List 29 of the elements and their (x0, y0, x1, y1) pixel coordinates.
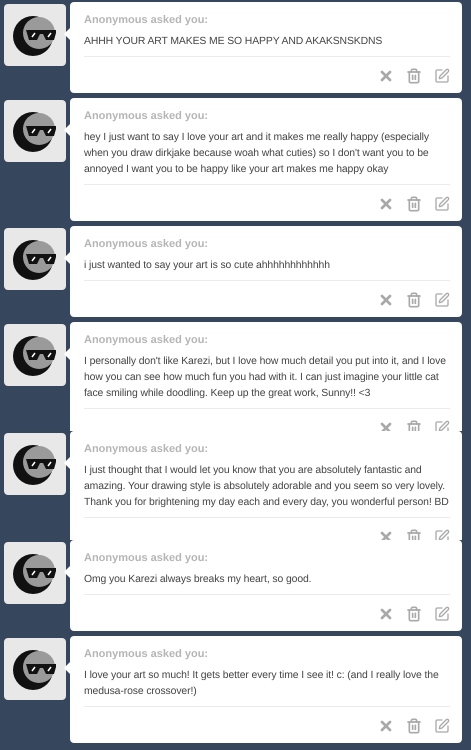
asker-label: Anonymous asked you: (84, 551, 210, 565)
close-icon[interactable] (378, 606, 394, 622)
asker-label: Anonymous asked you: (84, 237, 210, 251)
edit-icon[interactable] (434, 292, 450, 308)
trash-icon[interactable] (406, 606, 422, 622)
trash-icon[interactable] (406, 68, 422, 84)
asker-label: Anonymous asked you: (84, 13, 210, 27)
asker-label: Anonymous asked you: (84, 109, 210, 123)
asker-label: Anonymous asked you: (84, 333, 210, 347)
trash-icon[interactable] (406, 718, 422, 734)
close-icon[interactable] (378, 292, 394, 308)
trash-icon[interactable] (406, 196, 422, 212)
edit-icon[interactable] (434, 196, 450, 212)
asker-label: Anonymous asked you: (84, 647, 210, 661)
edit-icon[interactable] (434, 606, 450, 622)
question-text: hey I just want to say I love your art and it makes me really happy (especially when you draw dirkjake because woah what cuties) so I don't want you to be annoyed I want you to be happy like your art makes me happy okay (84, 131, 430, 177)
question-text: AHHH YOUR ART MAKES ME SO HAPPY AND AKAKSNSKDNS (84, 35, 384, 49)
edit-icon[interactable] (434, 68, 450, 84)
asker-label: Anonymous asked you: (84, 442, 210, 456)
question-text: I just thought that I would let you know that you are absolutely fantastic and amazing. Your drawing style is absolutely adorable and you seem so very lovely. Thank you for brightening my day each and every day, you wonderful person! BD (84, 464, 450, 510)
question-text: i just wanted to say your art is so cute ahhhhhhhhhhhh (84, 259, 331, 273)
question-text: I love your art so much! It gets better every time I see it! c: (and I really love the medusa-rose crossover!) (84, 669, 440, 699)
edit-icon[interactable] (434, 718, 450, 734)
close-icon[interactable] (378, 196, 394, 212)
question-text: I personally don't like Karezi, but I love how much detail you put into it, and I love how you can see how much fun you had with it. I can just imagine your little cat face smiling while doodling. Keep up the great work, Sunny!! <3 (84, 355, 447, 401)
question-text: Omg you Karezi always breaks my heart, so good. (84, 573, 312, 587)
close-icon[interactable] (378, 718, 394, 734)
trash-icon[interactable] (406, 292, 422, 308)
close-icon[interactable] (378, 68, 394, 84)
